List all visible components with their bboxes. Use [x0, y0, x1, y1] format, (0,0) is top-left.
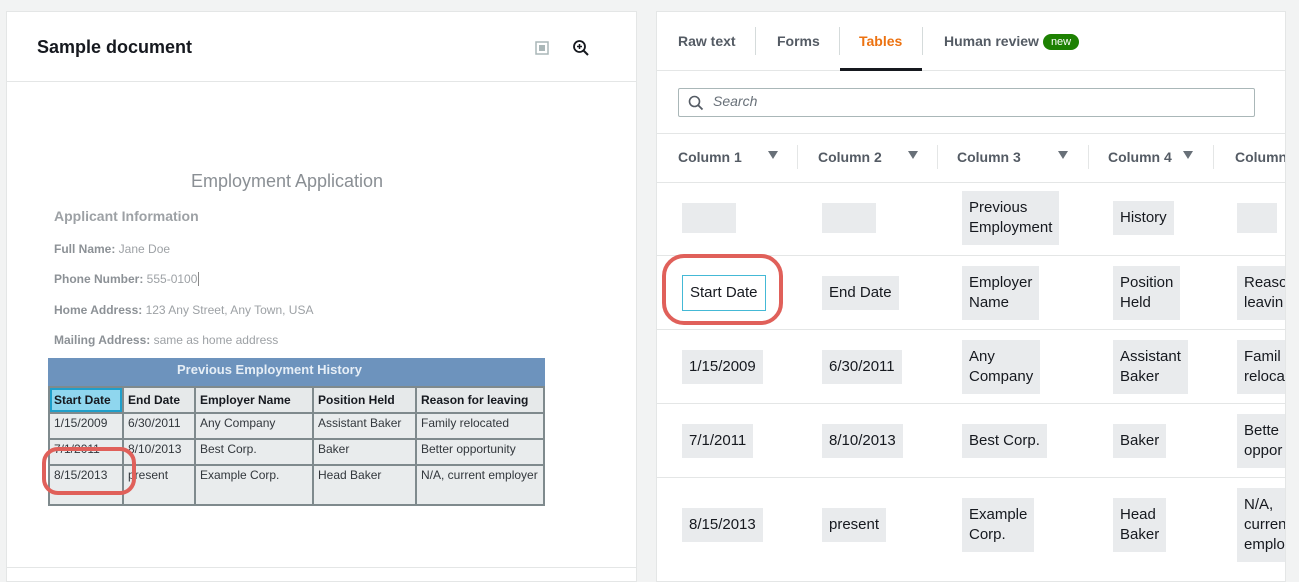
table-header-cell-selected[interactable]: Start Date — [48, 386, 124, 414]
result-cell[interactable]: Assistant Baker — [1113, 340, 1188, 394]
document-title: Employment Application — [190, 171, 384, 191]
document-panel-header: Sample document — [7, 12, 636, 82]
table-cell[interactable]: Example Corp. — [194, 464, 314, 506]
divider — [657, 403, 1285, 404]
result-cell[interactable] — [822, 203, 876, 233]
result-cell[interactable]: Bette oppor — [1237, 414, 1285, 468]
result-cell[interactable]: Best Corp. — [962, 424, 1047, 458]
document-panel: Sample document Employment Application A… — [6, 11, 637, 582]
divider — [937, 145, 938, 169]
sort-triangle-icon[interactable] — [768, 151, 778, 159]
field-full-name: Full Name: Jane Doe — [54, 242, 171, 256]
column-header-5[interactable]: Column — [1235, 149, 1285, 165]
tab-forms[interactable]: Forms — [777, 33, 820, 49]
result-cell[interactable]: Any Company — [962, 340, 1041, 394]
table-header-cell[interactable]: End Date — [122, 386, 196, 414]
divider — [1088, 145, 1089, 169]
field-phone-number: Phone Number: 555-0100 — [54, 272, 200, 286]
divider — [755, 27, 756, 55]
divider — [1213, 145, 1214, 169]
field-mailing-address: Mailing Address: same as home address — [54, 333, 279, 347]
column-header-4[interactable]: Column 4 — [1108, 149, 1193, 165]
result-cell[interactable]: Example Corp. — [962, 498, 1035, 552]
result-cell[interactable]: present — [822, 508, 887, 542]
table-cell[interactable]: Any Company — [194, 412, 314, 440]
highlight-circle — [42, 447, 136, 495]
sort-triangle-icon[interactable] — [1058, 151, 1068, 159]
tab-human-review[interactable]: Human review new — [944, 33, 1080, 50]
highlight-circle — [662, 254, 783, 325]
result-cell[interactable]: 6/30/2011 — [822, 350, 902, 384]
result-cell[interactable]: Head Baker — [1113, 498, 1167, 552]
field-home-address: Home Address: 123 Any Street, Any Town, … — [54, 303, 314, 317]
active-tab-indicator — [840, 68, 922, 71]
document-preview: Employment Application Applicant Informa… — [7, 83, 636, 567]
zoom-in-icon[interactable] — [571, 38, 591, 58]
result-cell[interactable]: End Date — [822, 276, 899, 310]
result-tabs: Raw text Forms Tables Human review new — [657, 12, 1285, 71]
table-cell[interactable]: Better opportunity — [415, 438, 545, 466]
table-cell[interactable]: Head Baker — [312, 464, 417, 506]
column-header-2[interactable]: Column 2 — [818, 149, 918, 165]
result-cell[interactable]: 7/1/2011 — [682, 424, 754, 458]
result-cell[interactable]: 8/10/2013 — [822, 424, 903, 458]
table-header-cell[interactable]: Position Held — [312, 386, 417, 414]
result-cell[interactable] — [1237, 203, 1277, 233]
sort-triangle-icon[interactable] — [1183, 151, 1193, 159]
result-cell[interactable]: Position Held — [1113, 266, 1181, 320]
divider — [657, 133, 1285, 134]
table-cell[interactable]: 6/30/2011 — [122, 412, 196, 440]
panel-title: Sample document — [37, 37, 193, 57]
table-cell[interactable]: 1/15/2009 — [48, 412, 124, 440]
table-title: Previous Employment History — [122, 358, 417, 388]
table-cell[interactable]: Assistant Baker — [312, 412, 417, 440]
sort-triangle-icon[interactable] — [908, 151, 918, 159]
divider — [797, 145, 798, 169]
result-cell[interactable] — [682, 203, 736, 233]
divider — [922, 27, 923, 55]
result-cell[interactable]: 8/15/2013 — [682, 508, 763, 542]
result-cell[interactable]: Employer Name — [962, 266, 1040, 320]
search-icon — [688, 95, 704, 116]
search-input[interactable] — [713, 93, 1213, 109]
divider — [657, 477, 1285, 478]
search-box[interactable] — [678, 88, 1255, 117]
tab-raw-text[interactable]: Raw text — [678, 33, 736, 49]
column-header-3[interactable]: Column 3 — [957, 149, 1068, 165]
table-header-cell[interactable]: Reason for leaving — [415, 386, 545, 414]
result-cell[interactable]: Baker — [1113, 424, 1167, 458]
divider — [657, 329, 1285, 330]
divider — [839, 27, 840, 55]
result-cell[interactable]: Famil relocat — [1237, 340, 1285, 394]
result-cell[interactable]: History — [1113, 201, 1174, 235]
result-cell[interactable]: N/A, curren emplo — [1237, 488, 1285, 562]
divider — [7, 567, 636, 568]
result-cell[interactable]: Previous Employment — [962, 191, 1060, 245]
table-cell[interactable]: N/A, current employer — [415, 464, 545, 506]
result-cell[interactable]: 1/15/2009 — [682, 350, 763, 384]
new-badge: new — [1042, 34, 1080, 50]
divider — [657, 182, 1285, 183]
fit-page-icon[interactable] — [532, 38, 552, 58]
column-header-1[interactable]: Column 1 — [678, 149, 778, 165]
table-cell[interactable]: Family relocated — [415, 412, 545, 440]
section-heading: Applicant Information — [54, 208, 199, 224]
table-cell[interactable]: Baker — [312, 438, 417, 466]
tab-tables[interactable]: Tables — [859, 33, 902, 49]
result-cell[interactable]: Reaso leavin — [1237, 266, 1285, 320]
table-header-cell[interactable]: Employer Name — [194, 386, 314, 414]
table-cell[interactable]: Best Corp. — [194, 438, 314, 466]
